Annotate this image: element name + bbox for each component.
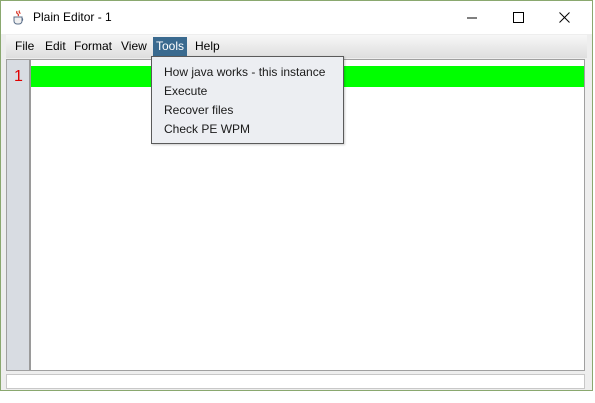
minimize-button[interactable]	[450, 1, 496, 34]
menu-item-execute[interactable]: Execute	[164, 84, 207, 98]
menu-tools[interactable]: Tools	[153, 37, 188, 56]
menu-help[interactable]: Help	[192, 37, 223, 56]
java-cup-icon	[11, 9, 27, 25]
line-number: 1	[14, 68, 23, 85]
line-number-gutter: 1	[7, 60, 31, 370]
menu-item-recover-files[interactable]: Recover files	[164, 103, 233, 117]
title-bar[interactable]: Plain Editor - 1	[1, 1, 592, 34]
status-bar	[6, 374, 585, 389]
close-icon	[559, 12, 570, 23]
window-title: Plain Editor - 1	[33, 10, 112, 24]
menu-item-how-java-works[interactable]: How java works - this instance	[164, 65, 325, 79]
menu-bar: File Edit Format View Tools Help	[6, 35, 587, 58]
maximize-icon	[513, 12, 524, 23]
menu-edit[interactable]: Edit	[42, 37, 69, 56]
close-button[interactable]	[542, 1, 588, 34]
menu-item-check-pe-wpm[interactable]: Check PE WPM	[164, 122, 250, 136]
menu-format[interactable]: Format	[71, 37, 115, 56]
tools-dropdown-menu: How java works - this instance Execute R…	[151, 56, 344, 144]
maximize-button[interactable]	[496, 1, 542, 34]
menu-file[interactable]: File	[12, 37, 37, 56]
menu-view[interactable]: View	[118, 37, 150, 56]
minimize-icon	[467, 17, 477, 19]
